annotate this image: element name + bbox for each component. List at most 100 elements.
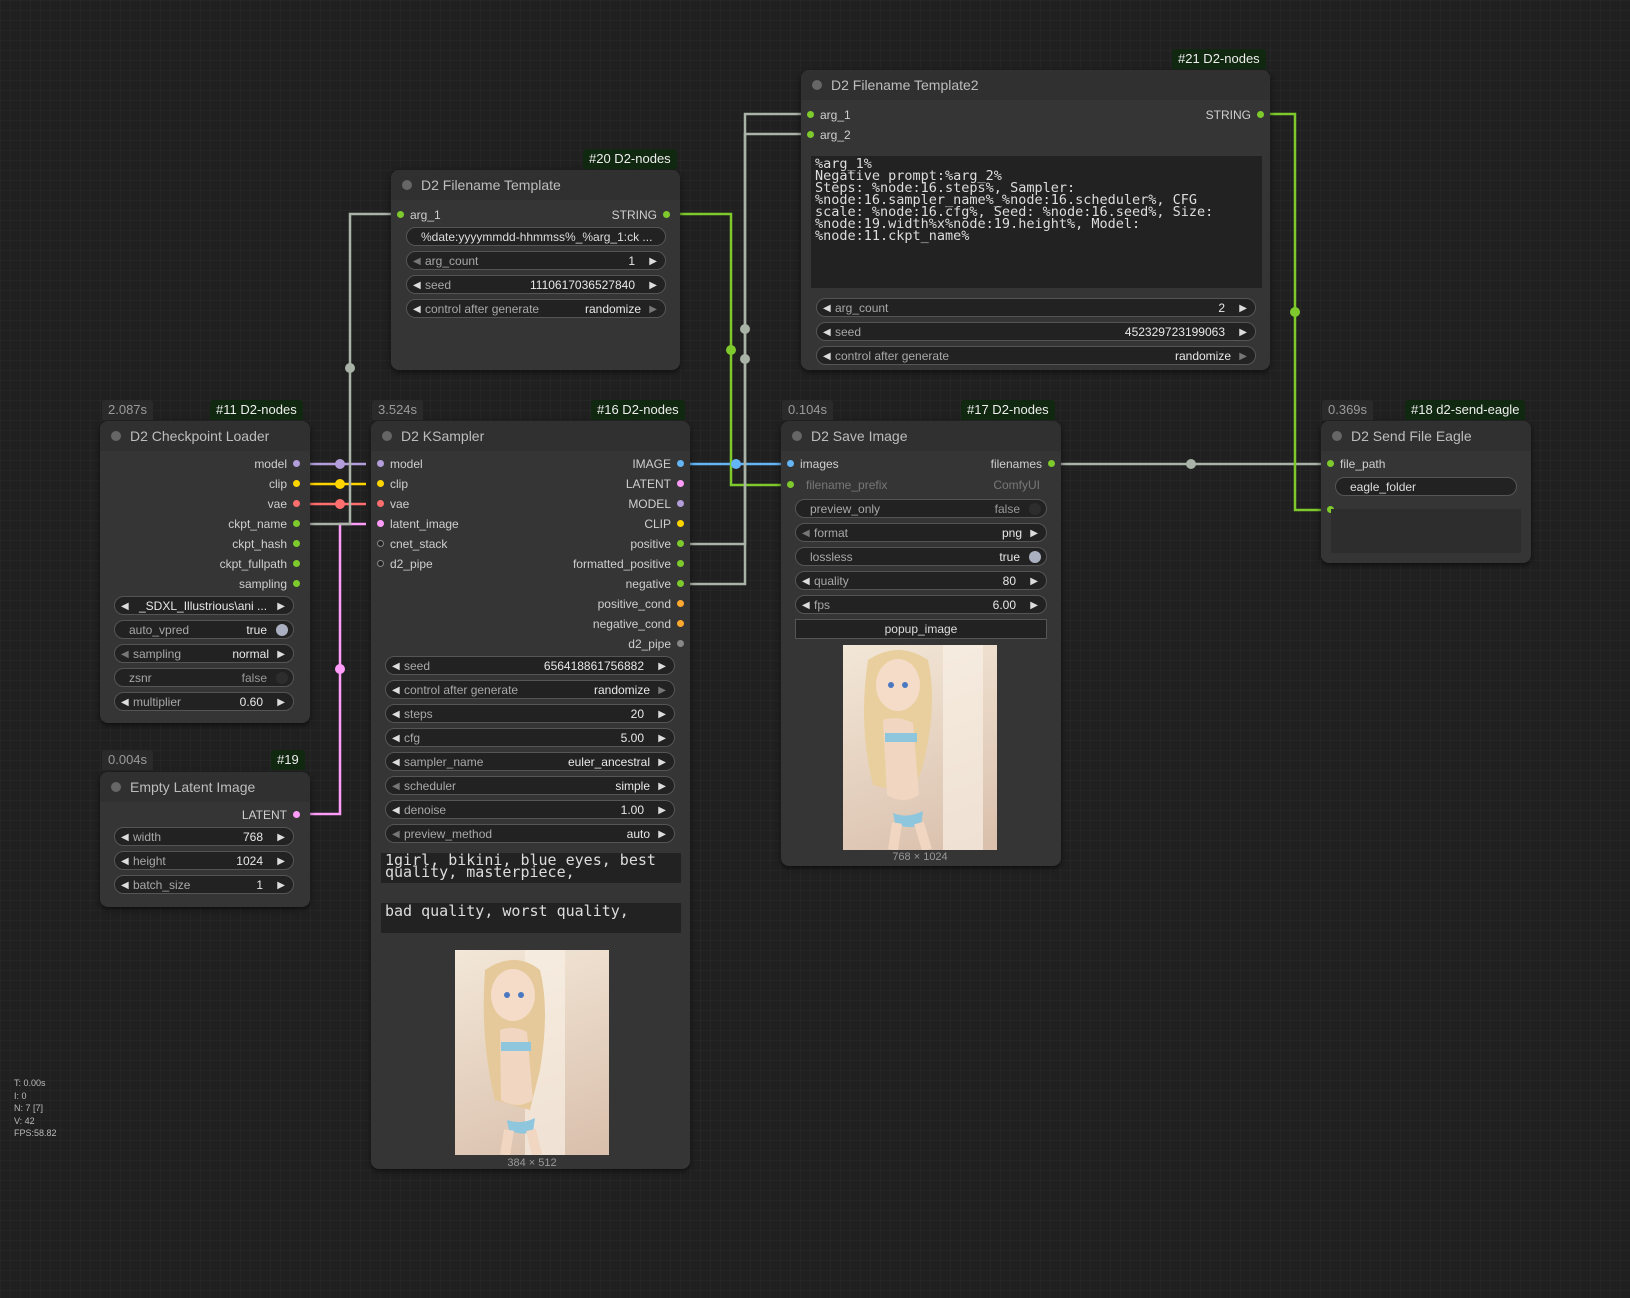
node-filename-template2[interactable]: D2 Filename Template2 arg_1 arg_2 STRING… — [801, 70, 1270, 370]
node-title[interactable]: Empty Latent Image — [100, 772, 310, 802]
widget-steps[interactable]: ◀ steps 20 ▶ — [385, 704, 675, 723]
widget-seed[interactable]: ◀ seed 1110617036527840 ▶ — [406, 275, 666, 294]
output-ckpt-name[interactable]: ckpt_name — [228, 515, 300, 533]
node-ksampler[interactable]: D2 KSampler model clip vae latent_image … — [371, 421, 690, 1169]
collapse-dot-icon[interactable] — [111, 782, 121, 792]
output-formatted-positive[interactable]: formatted_positive — [573, 555, 684, 573]
input-arg-1[interactable]: arg_1 — [397, 206, 441, 224]
collapse-dot-icon[interactable] — [792, 431, 802, 441]
node-timer: 0.104s — [782, 400, 834, 420]
output-clip[interactable]: clip — [269, 475, 300, 493]
collapse-dot-icon[interactable] — [812, 80, 822, 90]
widget-sampler-name[interactable]: ◀ sampler_name euler_ancestral ▶ — [385, 752, 675, 771]
output-model[interactable]: model — [254, 455, 300, 473]
widget-control-after-generate[interactable]: ◀ control after generate randomize ▶ — [406, 299, 666, 318]
output-model[interactable]: MODEL — [628, 495, 684, 513]
widget-denoise[interactable]: ◀ denoise 1.00 ▶ — [385, 800, 675, 819]
collapse-dot-icon[interactable] — [1332, 431, 1342, 441]
toggle-knob-icon — [1029, 551, 1041, 563]
node-send-file-eagle[interactable]: D2 Send File Eagle file_path eagle_folde… — [1321, 421, 1531, 563]
output-negative-cond[interactable]: negative_cond — [593, 615, 684, 633]
output-positive[interactable]: positive — [630, 535, 684, 553]
widget-width[interactable]: ◀ width 768 ▶ — [114, 827, 294, 846]
node-badge: #20 D2-nodes — [583, 149, 677, 169]
node-timer: 2.087s — [102, 400, 154, 420]
stat-nodes: N: 7 [7] — [14, 1103, 44, 1113]
node-timer: 3.524s — [372, 400, 424, 420]
widget-preview-method[interactable]: ◀ preview_method auto ▶ — [385, 824, 675, 843]
node-badge: #11 D2-nodes — [210, 400, 303, 420]
output-vae[interactable]: vae — [268, 495, 300, 513]
output-string[interactable]: STRING — [1206, 106, 1264, 124]
input-file-path[interactable]: file_path — [1327, 455, 1385, 473]
node-empty-latent-image[interactable]: Empty Latent Image LATENT ◀ width 768 ▶ ◀ he… — [100, 772, 310, 907]
output-d2-pipe[interactable]: d2_pipe — [628, 635, 684, 653]
widget-multiplier[interactable]: ◀ multiplier 0.60 ▶ — [114, 692, 294, 711]
output-latent[interactable]: LATENT — [626, 475, 684, 493]
collapse-dot-icon[interactable] — [111, 431, 121, 441]
widget-auto-vpred[interactable]: auto_vpred true — [114, 620, 294, 639]
input-latent-image[interactable]: latent_image — [377, 515, 459, 533]
node-title[interactable]: D2 Save Image — [781, 421, 1061, 451]
node-title[interactable]: D2 Send File Eagle — [1321, 421, 1531, 451]
collapse-dot-icon[interactable] — [402, 180, 412, 190]
output-ckpt-hash[interactable]: ckpt_hash — [232, 535, 300, 553]
widget-template-text[interactable]: %date:yyyymmdd-hhmmss%_%arg_1:ck ... — [406, 227, 666, 246]
template-textarea[interactable]: %arg_1% Negative prompt:%arg_2% Steps: %… — [811, 156, 1262, 288]
preview-caption: 384 × 512 — [507, 1157, 557, 1169]
widget-batch-size[interactable]: ◀ batch_size 1 ▶ — [114, 875, 294, 894]
widget-eagle-folder[interactable]: eagle_folder — [1335, 477, 1517, 496]
node-checkpoint-loader[interactable]: D2 Checkpoint Loader model clip vae ckpt… — [100, 421, 310, 723]
negative-prompt-textarea[interactable]: bad quality, worst quality, — [381, 903, 681, 933]
widget-cfg[interactable]: ◀ cfg 5.00 ▶ — [385, 728, 675, 747]
popup-image-button[interactable]: popup_image — [795, 619, 1047, 639]
node-title[interactable]: D2 Filename Template2 — [801, 70, 1270, 100]
toggle-knob-icon — [276, 624, 288, 636]
node-save-image[interactable]: D2 Save Image images filenames filename_… — [781, 421, 1061, 866]
node-title[interactable]: D2 KSampler — [371, 421, 690, 451]
node-badge: #16 D2-nodes — [591, 400, 685, 420]
node-filename-template[interactable]: D2 Filename Template arg_1 STRING %date:… — [391, 170, 680, 370]
input-clip[interactable]: clip — [377, 475, 408, 493]
wire-string-21 — [1263, 112, 1330, 512]
widget-zsnr[interactable]: zsnr false — [114, 668, 294, 687]
input-model[interactable]: model — [377, 455, 423, 473]
input-d2-pipe[interactable]: d2_pipe — [377, 555, 433, 573]
widget-seed[interactable]: ◀ seed 656418861756882 ▶ — [385, 656, 675, 675]
widget-arg-count[interactable]: ◀ arg_count 2 ▶ — [816, 298, 1256, 317]
output-ckpt-fullpath[interactable]: ckpt_fullpath — [220, 555, 300, 573]
widget-ckpt-name[interactable]: ◀ _SDXL_Illustrious\ani ... ▶ — [114, 596, 294, 615]
widget-sampling[interactable]: ◀ sampling normal ▶ — [114, 644, 294, 663]
output-filenames[interactable]: filenames — [991, 455, 1055, 473]
widget-arg-count[interactable]: ◀ arg_count 1 ▶ — [406, 251, 666, 270]
output-negative[interactable]: negative — [626, 575, 684, 593]
widget-height[interactable]: ◀ height 1024 ▶ — [114, 851, 294, 870]
widget-format[interactable]: ◀ format png ▶ — [795, 523, 1047, 542]
stat-i: I: 0 — [14, 1090, 27, 1101]
widget-scheduler[interactable]: ◀ scheduler simple ▶ — [385, 776, 675, 795]
widget-lossless[interactable]: lossless true — [795, 547, 1047, 566]
node-title[interactable]: D2 Filename Template — [391, 170, 680, 200]
output-positive-cond[interactable]: positive_cond — [598, 595, 684, 613]
input-images[interactable]: images — [787, 455, 839, 473]
output-sampling[interactable]: sampling — [239, 575, 300, 593]
output-image[interactable]: IMAGE — [632, 455, 684, 473]
node-title[interactable]: D2 Checkpoint Loader — [100, 421, 310, 451]
input-arg-2[interactable]: arg_2 — [807, 126, 851, 144]
input-cnet-stack[interactable]: cnet_stack — [377, 535, 447, 553]
positive-prompt-textarea[interactable]: 1girl, bikini, blue eyes, best quality, … — [381, 853, 681, 883]
output-clip[interactable]: CLIP — [644, 515, 684, 533]
output-string[interactable]: STRING — [612, 206, 670, 224]
widget-control-after-generate[interactable]: ◀ control after generate randomize ▶ — [385, 680, 675, 699]
input-arg-1[interactable]: arg_1 — [807, 106, 851, 124]
input-filename-prefix[interactable]: filename_prefix ComfyUI — [787, 476, 1040, 494]
widget-control-after-generate[interactable]: ◀ control after generate randomize ▶ — [816, 346, 1256, 365]
node-timer: 0.004s — [102, 750, 154, 770]
widget-seed[interactable]: ◀ seed 452329723199063 ▶ — [816, 322, 1256, 341]
output-latent[interactable]: LATENT — [242, 806, 300, 824]
widget-fps[interactable]: ◀ fps 6.00 ▶ — [795, 595, 1047, 614]
input-vae[interactable]: vae — [377, 495, 409, 513]
widget-preview-only[interactable]: preview_only false — [795, 499, 1047, 518]
widget-quality[interactable]: ◀ quality 80 ▶ — [795, 571, 1047, 590]
collapse-dot-icon[interactable] — [382, 431, 392, 441]
